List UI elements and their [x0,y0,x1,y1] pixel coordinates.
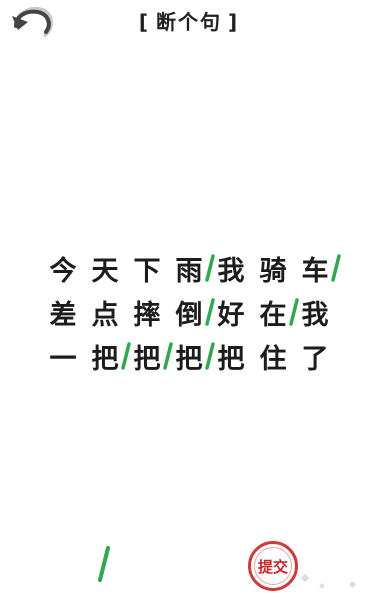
character: 天 [91,255,119,287]
character-cell[interactable]: 了 [294,334,336,378]
title-bracket-left: [ [138,10,150,34]
submit-label: 提交 [257,557,288,576]
character-cell[interactable]: 好 [210,290,252,334]
sentence-grid: 今天下雨我骑车差点摔倒好在我一把把把把住了 [0,246,378,378]
character: 好 [217,299,245,331]
sparkle-decoration [348,580,357,589]
character: 下 [133,255,161,287]
character: 差 [49,299,77,331]
character: 雨 [175,255,203,287]
page-title: [断个句] [0,6,378,35]
character: 一 [49,343,77,375]
slash-tool-button[interactable] [96,546,112,582]
sentence-row: 差点摔倒好在我 [0,290,378,334]
character-cell[interactable]: 天 [84,246,126,290]
character: 我 [301,299,329,331]
character-cell[interactable]: 我 [294,290,336,334]
sentence-row: 一把把把把住了 [0,334,378,378]
character: 把 [217,343,245,375]
character-cell[interactable]: 下 [126,246,168,290]
character: 在 [259,299,287,331]
character-cell[interactable]: 点 [84,290,126,334]
character-cell[interactable]: 倒 [168,290,215,334]
character-cell[interactable]: 在 [252,290,299,334]
character: 摔 [133,299,161,331]
sparkle-decoration [300,573,310,583]
character-cell[interactable]: 差 [42,290,84,334]
character-cell[interactable]: 把 [84,334,131,378]
character: 倒 [175,299,203,331]
character: 把 [91,343,119,375]
character-cell[interactable]: 我 [210,246,252,290]
slash-divider-icon[interactable] [330,254,342,282]
character-cell[interactable]: 摔 [126,290,168,334]
character: 我 [217,255,245,287]
title-bracket-right: ] [228,10,240,34]
character-cell[interactable]: 住 [252,334,294,378]
title-text: 断个句 [156,10,222,34]
submit-button[interactable]: 提交 [248,541,298,591]
sparkle-decoration [319,583,325,589]
character: 把 [133,343,161,375]
character: 点 [91,299,119,331]
character-cell[interactable]: 把 [126,334,173,378]
character-cell[interactable]: 骑 [252,246,294,290]
character-cell[interactable]: 一 [42,334,84,378]
character-cell[interactable]: 车 [294,246,341,290]
character: 把 [175,343,203,375]
character-cell[interactable]: 把 [210,334,252,378]
sentence-row: 今天下雨我骑车 [0,246,378,290]
character-cell[interactable]: 把 [168,334,215,378]
character: 车 [301,255,329,287]
slash-divider-icon [98,546,110,582]
character: 住 [259,343,287,375]
character: 骑 [259,255,287,287]
character: 了 [301,343,329,375]
character-cell[interactable]: 今 [42,246,84,290]
character-cell[interactable]: 雨 [168,246,215,290]
character: 今 [49,255,77,287]
